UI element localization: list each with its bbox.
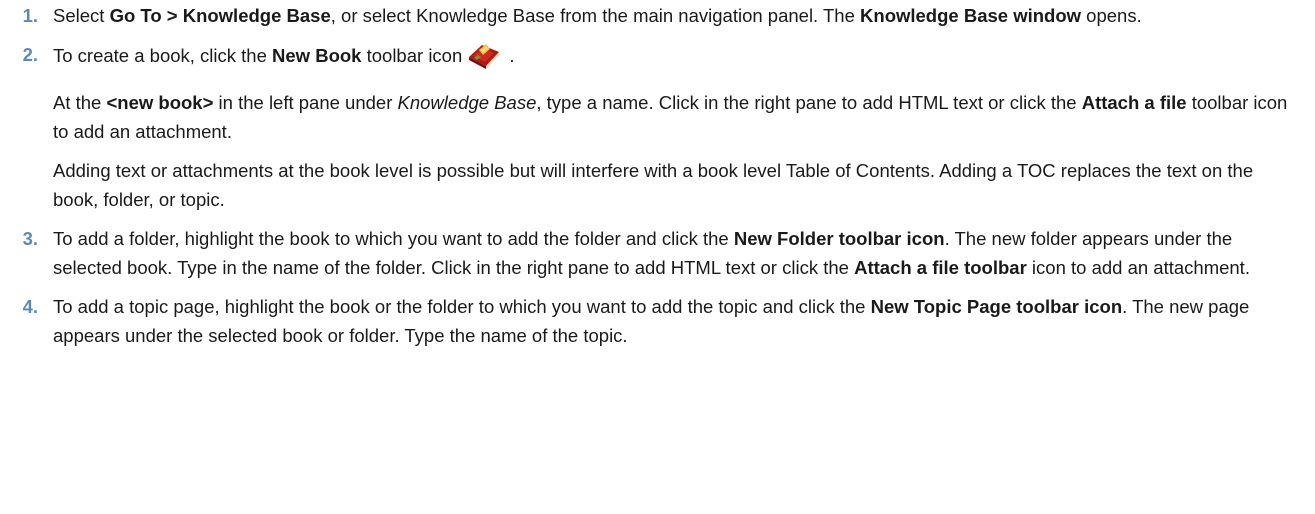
text: To create a book, click the [53, 45, 273, 66]
step-4-paragraph: To add a topic page, highlight the book … [53, 292, 1293, 350]
text: To add a folder, highlight the book to w… [53, 228, 734, 249]
step-4: 4. To add a topic page, highlight the bo… [0, 292, 1315, 350]
pane-name: Knowledge Base [397, 92, 537, 113]
step-content: To add a topic page, highlight the book … [53, 292, 1293, 350]
menu-path: Go To > Knowledge Base [109, 5, 331, 26]
text: in the left pane under [213, 92, 398, 113]
toolbar-item-name: Attach a file [1081, 92, 1187, 113]
text: To add a topic page, highlight the book … [53, 296, 871, 317]
toolbar-item-name: New Folder toolbar icon [733, 228, 945, 249]
step-number: 2. [22, 44, 38, 65]
step-number: 1. [22, 5, 38, 26]
step-content: To create a book, click the New Book too… [53, 40, 1293, 214]
step-number: 3. [22, 228, 38, 249]
step-2-paragraph-1: To create a book, click the New Book too… [53, 40, 1293, 78]
step-content: To add a folder, highlight the book to w… [53, 224, 1293, 282]
toolbar-item-name: New Topic Page toolbar icon [870, 296, 1123, 317]
window-name: Knowledge Base window [860, 5, 1082, 26]
text: icon to add an attachment. [1026, 257, 1250, 278]
text: opens. [1081, 5, 1142, 26]
text: toolbar icon [361, 45, 463, 66]
step-2-paragraph-3: Adding text or attachments at the book l… [53, 156, 1293, 214]
text: At the [53, 92, 107, 113]
step-3: 3. To add a folder, highlight the book t… [0, 224, 1315, 282]
toolbar-item-name: New Book [272, 45, 362, 66]
text: , or select Knowledge Base from the main… [330, 5, 861, 26]
step-2: 2. To create a book, click the New Book … [0, 40, 1315, 214]
step-1: 1. Select Go To > Knowledge Base, or sel… [0, 1, 1315, 30]
toolbar-item-name: Attach a file toolbar [854, 257, 1027, 278]
step-content: Select Go To > Knowledge Base, or select… [53, 1, 1293, 30]
step-3-paragraph: To add a folder, highlight the book to w… [53, 224, 1293, 282]
text: Select [53, 5, 110, 26]
text: , type a name. Click in the right pane t… [536, 92, 1082, 113]
step-number: 4. [22, 296, 38, 317]
instruction-list: 1. Select Go To > Knowledge Base, or sel… [0, 0, 1315, 350]
placeholder-name: <new book> [106, 92, 214, 113]
text: Adding text or attachments at the book l… [53, 160, 1254, 210]
step-2-paragraph-2: At the <new book> in the left pane under… [53, 88, 1293, 146]
text: . [504, 45, 515, 66]
new-book-icon [466, 40, 502, 78]
step-1-paragraph: Select Go To > Knowledge Base, or select… [53, 1, 1293, 30]
